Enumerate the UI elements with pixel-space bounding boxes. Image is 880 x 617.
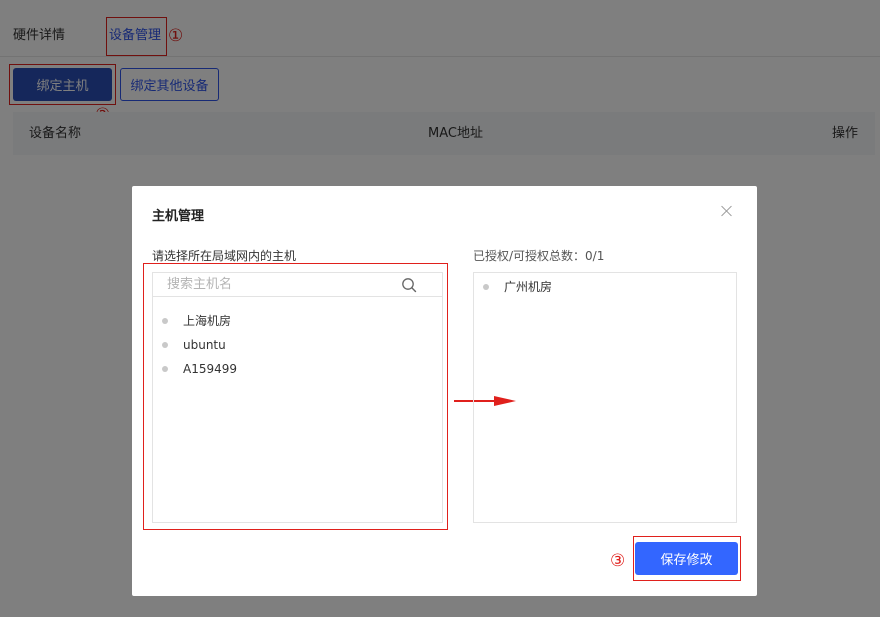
page: 硬件详情 设备管理 ① 绑定主机 绑定其他设备 ② 设备名称 MAC地址 操作 … bbox=[0, 0, 880, 617]
search-icon[interactable] bbox=[401, 277, 417, 293]
host-name: 广州机房 bbox=[504, 280, 553, 294]
authorized-hosts-list: 广州机房 bbox=[474, 275, 736, 299]
annotation-step-3: ③ bbox=[610, 551, 626, 571]
save-changes-button[interactable]: 保存修改 bbox=[635, 542, 738, 575]
available-hosts-list: 上海机房 ubuntu A159499 bbox=[153, 309, 442, 381]
list-item[interactable]: 广州机房 bbox=[474, 275, 736, 299]
host-name: ubuntu bbox=[183, 338, 226, 352]
list-item[interactable]: 上海机房 bbox=[153, 309, 442, 333]
authorized-count-label: 已授权/可授权总数：0/1 bbox=[473, 249, 605, 263]
dialog-title: 主机管理 bbox=[152, 209, 205, 224]
list-item[interactable]: ubuntu bbox=[153, 333, 442, 357]
bullet-icon bbox=[162, 342, 168, 348]
available-hosts-panel: 上海机房 ubuntu A159499 bbox=[152, 272, 443, 523]
list-item[interactable]: A159499 bbox=[153, 357, 442, 381]
search-input[interactable] bbox=[167, 274, 397, 295]
host-management-dialog: 主机管理 请选择所在局域网内的主机 已授权/可授权总数：0/1 上海机房 ubu… bbox=[132, 186, 757, 596]
bullet-icon bbox=[162, 366, 168, 372]
select-host-label: 请选择所在局域网内的主机 bbox=[152, 249, 297, 263]
host-name: 上海机房 bbox=[183, 314, 232, 328]
bullet-icon bbox=[162, 318, 168, 324]
search-box bbox=[153, 273, 442, 297]
authorized-hosts-panel: 广州机房 bbox=[473, 272, 737, 523]
bullet-icon bbox=[483, 284, 489, 290]
host-name: A159499 bbox=[183, 362, 238, 376]
close-icon[interactable] bbox=[720, 204, 734, 218]
